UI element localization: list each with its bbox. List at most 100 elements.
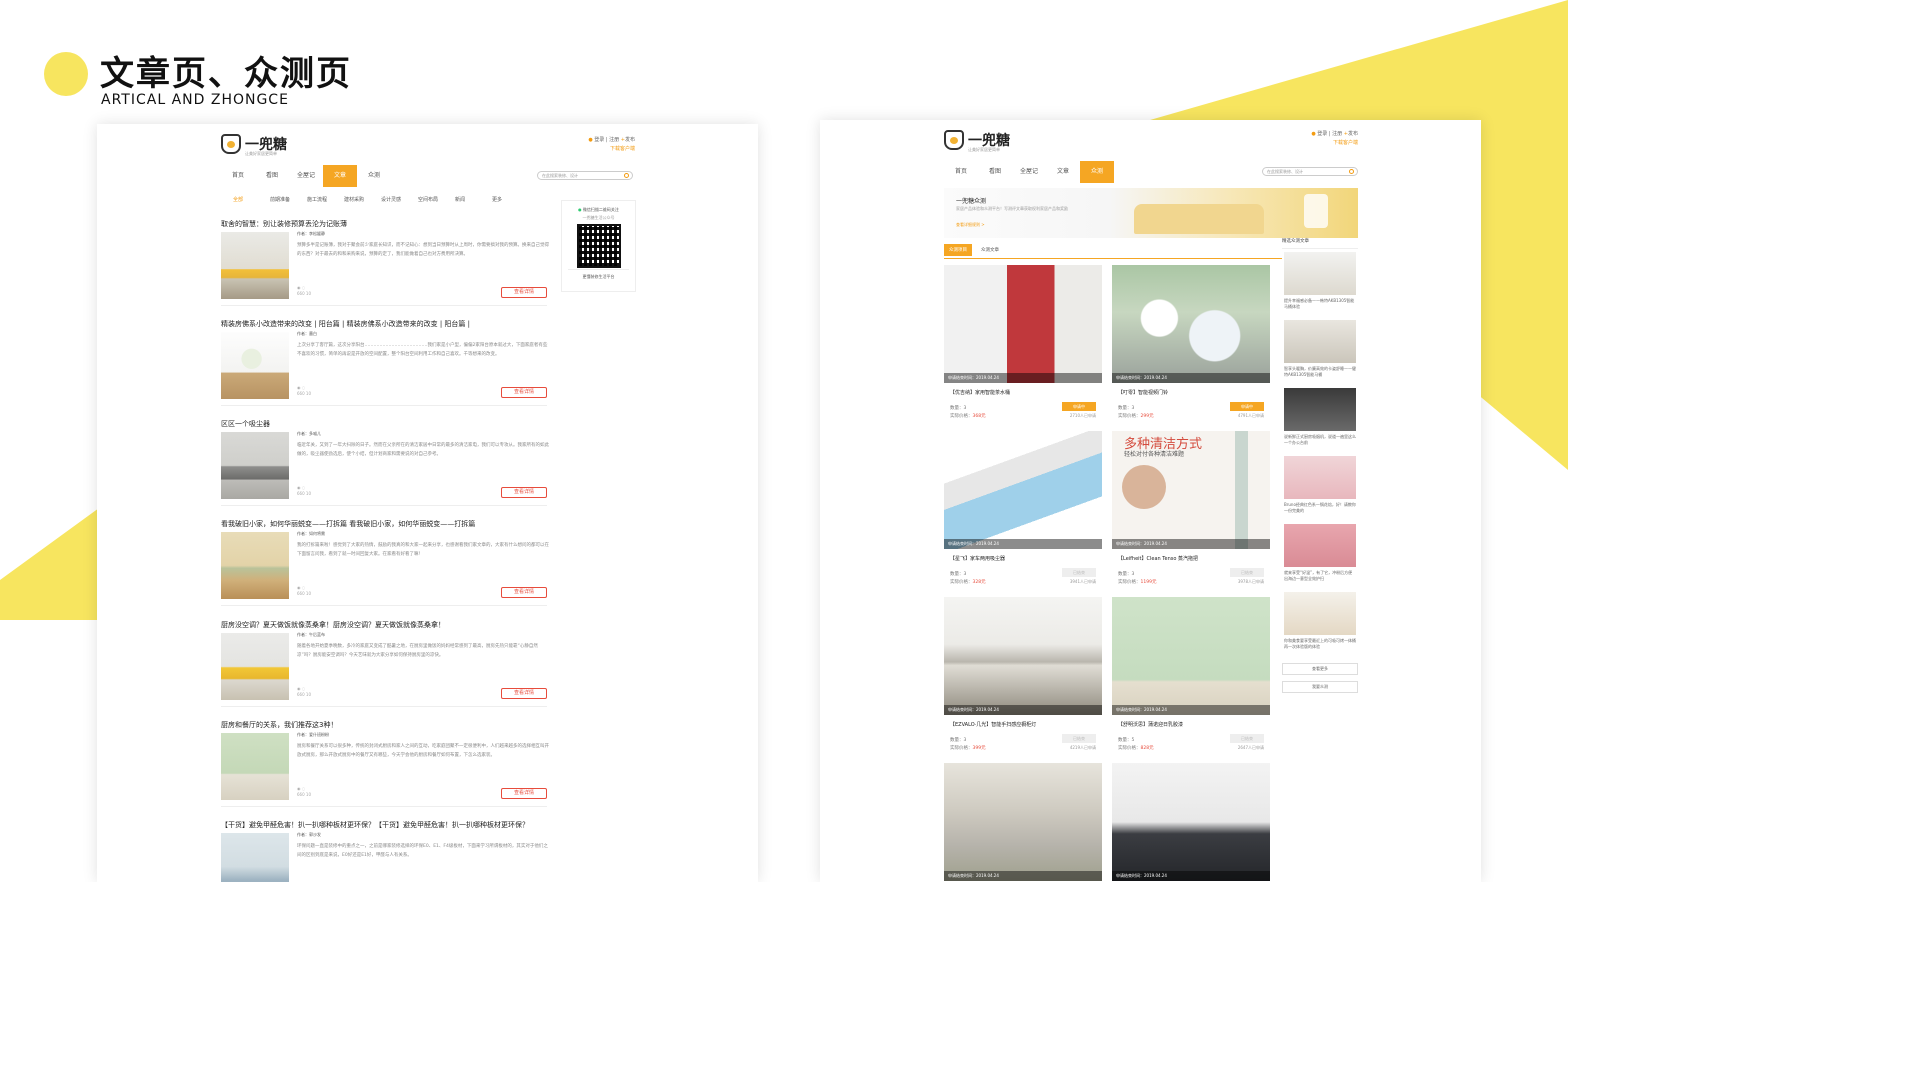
article-title[interactable]: 厨房没空调？夏天做饭就像蒸桑拿！厨房没空调？夏天做饭就像蒸桑拿！ [221, 620, 547, 630]
product-image[interactable] [1112, 265, 1270, 383]
search-icon[interactable] [1349, 169, 1354, 174]
article-title[interactable]: 看我破旧小家，如何华丽蜕变——打拆篇 看我破旧小家，如何华丽蜕变——打拆篇 [221, 519, 547, 529]
apply-button[interactable]: 申请中 [1062, 402, 1096, 411]
product-card[interactable]: 申请结束时间：2019.04.24 [1112, 763, 1270, 882]
article-thumbnail[interactable] [221, 633, 289, 700]
publish-link[interactable]: 发布 [1348, 131, 1358, 137]
sidebar-article[interactable]: 智享头暖胸，价廉高效的卡姿舒睡——健特AKB1305智能马桶 [1282, 320, 1358, 385]
sidebar-thumb[interactable] [1284, 252, 1356, 295]
apply-button[interactable]: 已结束 [1062, 734, 1096, 743]
sidebar-article-title[interactable]: 说新鲜正式厨房吸烟机，说道一遍里这么一个办公台前 [1284, 434, 1356, 448]
search-icon[interactable] [624, 173, 629, 178]
sidebar-thumb[interactable] [1284, 592, 1356, 635]
article-thumbnail[interactable] [221, 332, 289, 399]
nav-articles[interactable]: 文章 [1046, 161, 1080, 183]
nav-home[interactable]: 首页 [944, 161, 978, 183]
article-title[interactable]: 区区一个吸尘器 [221, 419, 547, 429]
category-construction[interactable]: 施工流程 [307, 196, 344, 203]
sidebar-article-title[interactable]: 你和美食要享受最近上的可吸可烤一体桶再一次体验版的体验 [1284, 638, 1356, 652]
sidebar-article[interactable]: Bruno经典红色系一锅花焙，好！请教你一份完美的 [1282, 456, 1358, 521]
sidebar-article[interactable]: 提升幸福感必备——韩特AKB1305智能马桶体验 [1282, 252, 1358, 317]
tab-zhongce-articles[interactable]: 众测文章 [976, 244, 1004, 256]
article-thumbnail[interactable] [221, 833, 289, 882]
sidebar-thumb[interactable] [1284, 524, 1356, 567]
view-details-button[interactable]: 查看详情 [501, 287, 547, 298]
product-title[interactable]: 【舒明沃思】蒲诺迎日乳胶漆 [1118, 721, 1183, 728]
search-input[interactable]: 在此搜索装修、设计 [537, 171, 633, 180]
category-layout[interactable]: 空间布局 [418, 196, 455, 203]
product-card[interactable]: 申请结束时间：2019.04.24 【叮零】智能视频门铃 数量：3 实际价格：2… [1112, 265, 1270, 425]
sidebar-article[interactable]: 就来享受“好温”，有了它，冲粉后方便出海边一意型全效护扫 [1282, 524, 1358, 589]
article-title[interactable]: 厨房和餐厅的关系，我们推荐这3种！ [221, 720, 547, 730]
tab-zhongce-projects[interactable]: 众测项目 [944, 244, 972, 256]
product-card[interactable]: 申请结束时间：2019.04.24 [944, 763, 1102, 882]
register-link[interactable]: 注册 [1332, 131, 1342, 137]
nav-zhongce[interactable]: 众测 [1080, 161, 1114, 183]
apply-button[interactable]: 已结束 [1230, 568, 1264, 577]
article-thumbnail[interactable] [221, 733, 289, 800]
article-thumbnail[interactable] [221, 532, 289, 599]
product-image[interactable] [944, 431, 1102, 549]
category-materials[interactable]: 建材采购 [344, 196, 381, 203]
article-thumbnail[interactable] [221, 232, 289, 299]
download-app-link[interactable]: 下载客户端 [610, 146, 635, 152]
product-title[interactable]: 【星飞】家车两用吸尘器 [950, 555, 1005, 562]
sidebar-thumb[interactable] [1284, 456, 1356, 499]
nav-house-diary[interactable]: 全屋记 [1012, 161, 1046, 183]
nav-pictures[interactable]: 看图 [978, 161, 1012, 183]
product-image[interactable] [1112, 597, 1270, 715]
nav-zhongce[interactable]: 众测 [357, 165, 391, 187]
product-title[interactable]: 【EZVALO·几光】智能手扫感应橱柜灯 [950, 721, 1036, 728]
article-title[interactable]: 取舍的智慧：别让装修预算丢沦为记账薄 [221, 219, 547, 229]
brand-logo[interactable]: 一兜糖 让美好家居更简单 [944, 130, 1010, 152]
product-title[interactable]: 【叮零】智能视频门铃 [1118, 389, 1168, 396]
view-details-button[interactable]: 查看详情 [501, 587, 547, 598]
category-all[interactable]: 全部 [233, 196, 270, 203]
nav-home[interactable]: 首页 [221, 165, 255, 187]
article-thumbnail[interactable] [221, 432, 289, 499]
nav-house-diary[interactable]: 全屋记 [289, 165, 323, 187]
sidebar-thumb[interactable] [1284, 320, 1356, 363]
register-link[interactable]: 注册 [609, 137, 619, 143]
apply-button[interactable]: 申请中 [1230, 402, 1264, 411]
category-news[interactable]: 新闻 [455, 196, 492, 203]
nav-articles[interactable]: 文章 [323, 165, 357, 187]
sidebar-article[interactable]: 你和美食要享受最近上的可吸可烤一体桶再一次体验版的体验 [1282, 592, 1358, 657]
view-details-button[interactable]: 查看详情 [501, 688, 547, 699]
sidebar-article-title[interactable]: 就来享受“好温”，有了它，冲粉后方便出海边一意型全效护扫 [1284, 570, 1356, 584]
category-design[interactable]: 设计灵感 [381, 196, 418, 203]
article-title[interactable]: 【干货】避免甲醛危害！扒一扒哪种板材更环保？【干货】避免甲醛危害！扒一扒哪种板材… [221, 820, 547, 830]
view-details-button[interactable]: 查看详情 [501, 387, 547, 398]
product-image[interactable] [944, 763, 1102, 881]
sidebar-article-title[interactable]: 提升幸福感必备——韩特AKB1305智能马桶体验 [1284, 298, 1356, 312]
sidebar-article-title[interactable]: Bruno经典红色系一锅花焙，好！请教你一份完美的 [1284, 502, 1356, 516]
category-more[interactable]: 更多 [492, 196, 529, 203]
sidebar-thumb[interactable] [1284, 388, 1356, 431]
banner-rules-link[interactable]: 查看详细规则 > [956, 222, 985, 228]
search-input[interactable]: 在此搜索装修、设计 [1262, 167, 1358, 176]
product-image[interactable] [1112, 763, 1270, 881]
product-card[interactable]: 申请结束时间：2019.04.24 【优吉纳】家用智能茶水桶 数量：3 实际价格… [944, 265, 1102, 425]
product-title[interactable]: 【Leifheit】Clean Tenso 蒸汽拖把 [1118, 555, 1198, 562]
apply-button[interactable]: 已结束 [1062, 568, 1096, 577]
product-card[interactable]: 申请结束时间：2019.04.24 【星飞】家车两用吸尘器 数量：3 实际价格：… [944, 431, 1102, 591]
view-details-button[interactable]: 查看详情 [501, 487, 547, 498]
publish-link[interactable]: 发布 [625, 137, 635, 143]
download-app-link[interactable]: 下载客户端 [1333, 140, 1358, 146]
product-image[interactable] [944, 597, 1102, 715]
product-card[interactable]: 多种清洁方式 轻松对付各种清洁难题 申请结束时间：2019.04.24 【Lei… [1112, 431, 1270, 591]
category-preparation[interactable]: 前期准备 [270, 196, 307, 203]
product-image[interactable]: 多种清洁方式 轻松对付各种清洁难题 [1112, 431, 1270, 549]
login-link[interactable]: 登录 [1317, 131, 1327, 137]
article-title[interactable]: 精装房佛系小改造带来的改变 | 阳台篇 | 精装房佛系小改造带来的改变 | 阳台… [221, 319, 547, 329]
nav-pictures[interactable]: 看图 [255, 165, 289, 187]
product-card[interactable]: 申请结束时间：2019.04.24 【舒明沃思】蒲诺迎日乳胶漆 数量：5 实际价… [1112, 597, 1270, 757]
view-details-button[interactable]: 查看详情 [501, 788, 547, 799]
product-image[interactable] [944, 265, 1102, 383]
apply-button[interactable]: 已结束 [1230, 734, 1264, 743]
sidebar-article[interactable]: 说新鲜正式厨房吸烟机，说道一遍里这么一个办公台前 [1282, 388, 1358, 453]
join-zhongce-button[interactable]: 我要众测 [1282, 681, 1358, 693]
sidebar-article-title[interactable]: 智享头暖胸，价廉高效的卡姿舒睡——健特AKB1305智能马桶 [1284, 366, 1356, 380]
product-title[interactable]: 【优吉纳】家用智能茶水桶 [950, 389, 1010, 396]
login-link[interactable]: 登录 [594, 137, 604, 143]
